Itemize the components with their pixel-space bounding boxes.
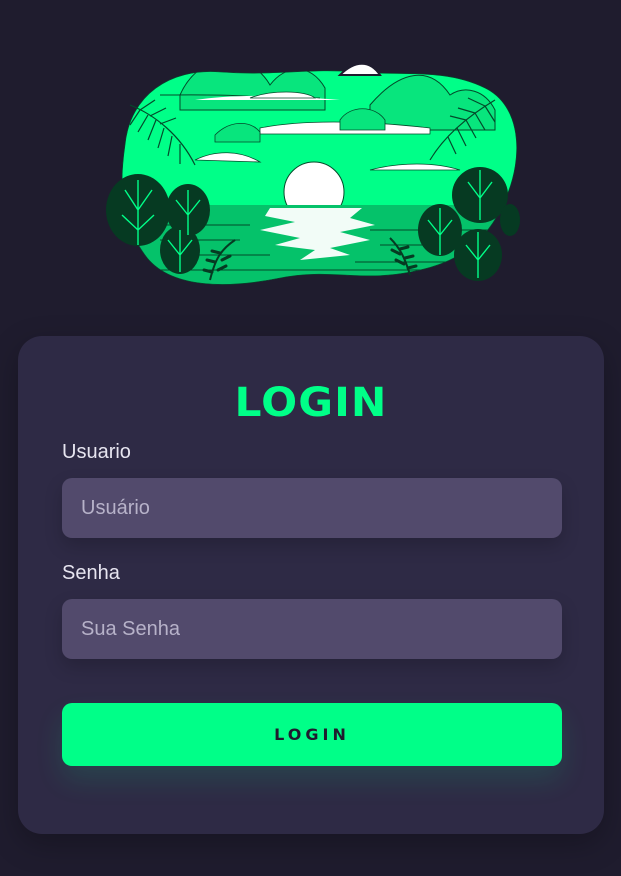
login-card: LOGIN Usuario Senha LOGIN [18,336,604,834]
login-page: LOGIN Usuario Senha LOGIN [0,0,621,876]
username-label: Usuario [62,441,131,463]
username-input[interactable] [62,478,562,538]
password-input[interactable] [62,599,562,659]
tropical-sunset-illustration [106,62,520,285]
password-label: Senha [62,562,120,584]
login-button[interactable]: LOGIN [62,703,562,766]
login-title: LOGIN [234,380,388,426]
